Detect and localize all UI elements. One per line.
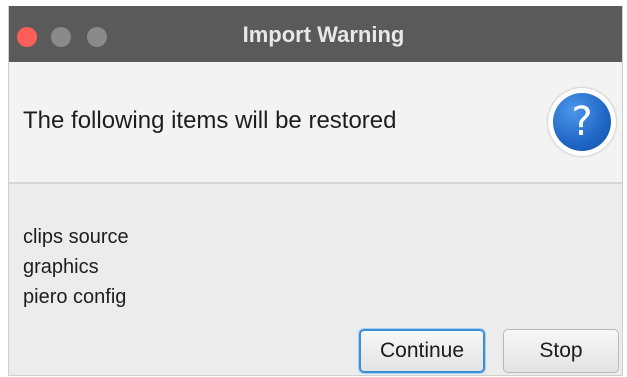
- title-bar[interactable]: Import Warning: [9, 6, 622, 62]
- question-icon: ?: [548, 88, 616, 156]
- window-title: Import Warning: [242, 22, 405, 47]
- stop-button[interactable]: Stop: [503, 329, 619, 373]
- list-item: clips source: [23, 226, 129, 248]
- restore-items-list: clips source graphics piero config: [23, 222, 129, 312]
- dialog-message: The following items will be restored: [23, 107, 397, 134]
- dialog-header: The following items will be restored ?: [9, 62, 622, 184]
- list-item: graphics: [23, 256, 99, 278]
- continue-button[interactable]: Continue: [359, 329, 485, 373]
- list-item: piero config: [23, 286, 127, 308]
- dialog-content: clips source graphics piero config Conti…: [9, 184, 622, 375]
- import-warning-dialog: Import Warning The following items will …: [8, 6, 623, 376]
- question-mark-glyph: ?: [553, 93, 611, 151]
